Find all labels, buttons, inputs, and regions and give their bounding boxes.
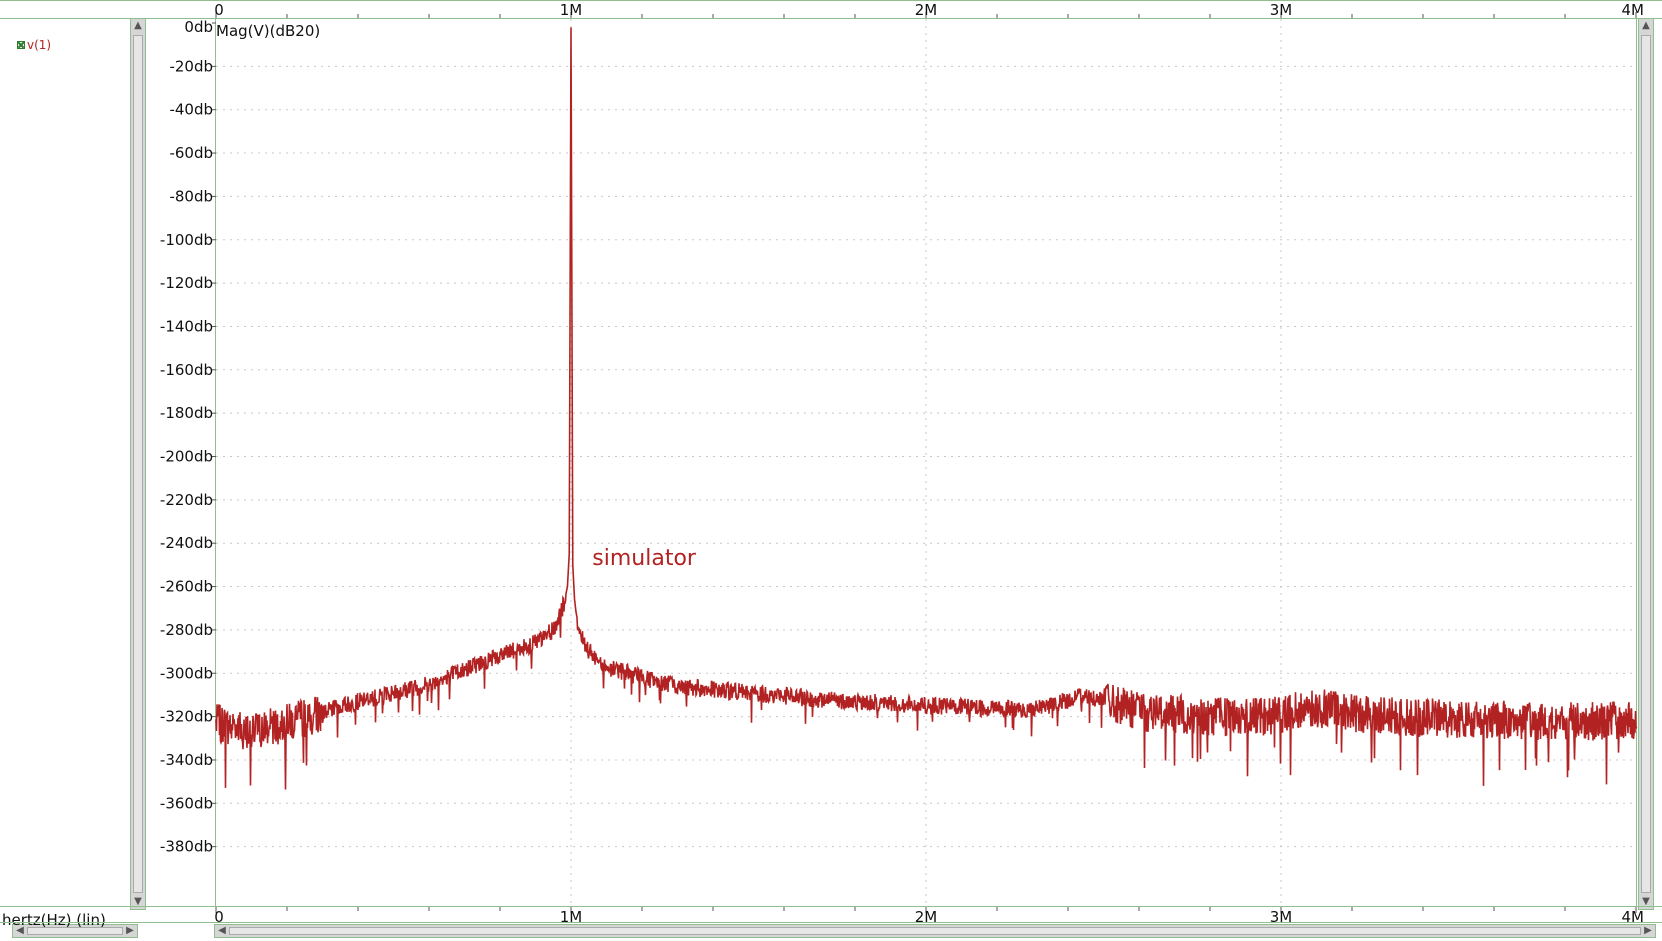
y-tick-label: -20db	[169, 57, 213, 75]
trace-line-v1[interactable]	[215, 27, 1638, 790]
bottom-x-tick-label: 0	[214, 908, 224, 926]
y-axis-ticks: 0db -20db -40db -60db -80db -100db -120db -140d…	[160, 18, 216, 856]
bottom-x-tick-label: 4M	[1622, 908, 1645, 926]
y-tick-label: -260db	[160, 578, 213, 596]
y-tick-label: -160db	[160, 361, 213, 379]
bottom-x-tick-label: 2M	[915, 908, 938, 926]
top-x-axis-ticks: 0 1M 2M 3M 4M	[214, 1, 1644, 19]
bottom-x-axis-ticks: 0 1M 2M 3M 4M	[214, 907, 1644, 926]
y-tick-label: -80db	[169, 187, 213, 205]
y-tick-label: -140db	[160, 317, 213, 335]
top-x-tick-label: 2M	[915, 1, 938, 19]
y-tick-label: -340db	[160, 751, 213, 769]
waveform-viewer: v(1) ▲ ▼ ▲ ▼ ◀ ▶ ◀ ▶ hertz(Hz) (lin) 0db…	[0, 0, 1662, 941]
y-tick-label: -220db	[160, 491, 213, 509]
y-tick-label: -360db	[160, 794, 213, 812]
annotation-simulator: simulator	[592, 546, 697, 571]
y-axis-label: Mag(V)(dB20)	[216, 22, 320, 40]
bottom-x-tick-label: 1M	[560, 908, 583, 926]
spectrum-chart[interactable]: 0db -20db -40db -60db -80db -100db -120db -140d…	[0, 0, 1662, 941]
y-tick-label: -200db	[160, 448, 213, 466]
y-tick-label: 0db	[184, 18, 213, 36]
top-x-tick-label: 4M	[1622, 1, 1645, 19]
top-x-tick-label: 1M	[560, 1, 583, 19]
grid	[216, 19, 1636, 906]
y-tick-label: -120db	[160, 274, 213, 292]
y-tick-label: -320db	[160, 708, 213, 726]
y-tick-label: -180db	[160, 404, 213, 422]
top-x-tick-label: 0	[214, 1, 224, 19]
y-tick-label: -380db	[160, 838, 213, 856]
y-tick-label: -280db	[160, 621, 213, 639]
y-tick-label: -240db	[160, 534, 213, 552]
bottom-x-tick-label: 3M	[1270, 908, 1293, 926]
plot-area-frame	[215, 18, 1637, 907]
y-tick-label: -100db	[160, 231, 213, 249]
y-tick-label: -40db	[169, 101, 213, 119]
top-x-tick-label: 3M	[1270, 1, 1293, 19]
y-tick-label: -300db	[160, 664, 213, 682]
y-tick-label: -60db	[169, 144, 213, 162]
